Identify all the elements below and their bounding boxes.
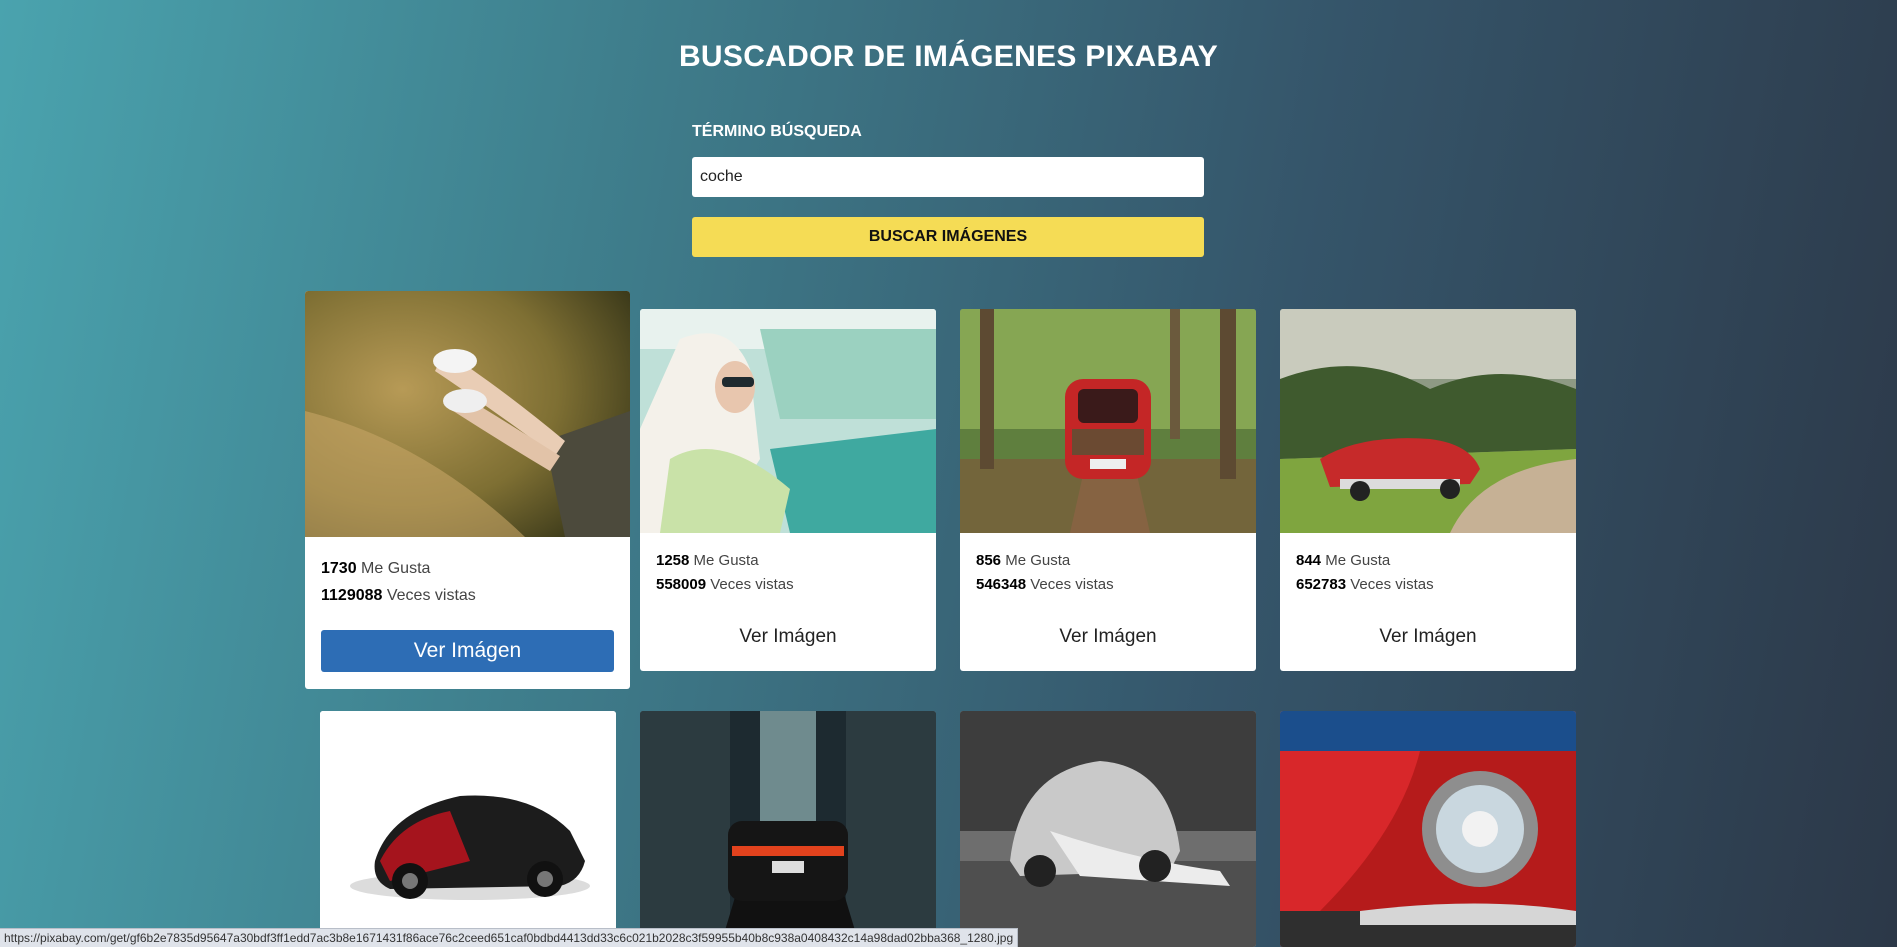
- search-button[interactable]: BUSCAR IMÁGENES: [692, 217, 1204, 257]
- likes-row: 844 Me Gusta: [1296, 549, 1434, 573]
- likes-row: 1730 Me Gusta: [321, 555, 476, 582]
- image-card: [1280, 711, 1576, 947]
- likes-row: 1258 Me Gusta: [656, 549, 794, 573]
- likes-label: Me Gusta: [693, 552, 759, 569]
- views-count: 546348: [976, 576, 1027, 593]
- likes-label: Me Gusta: [361, 560, 431, 577]
- likes-row: 856 Me Gusta: [976, 549, 1114, 573]
- views-row: 558009 Veces vistas: [656, 573, 794, 597]
- views-label: Veces vistas: [386, 587, 476, 604]
- image-card: 1258 Me Gusta 558009 Veces vistas Ver Im…: [640, 309, 936, 671]
- card-stats: 856 Me Gusta 546348 Veces vistas: [976, 549, 1114, 597]
- card-image: [640, 711, 936, 947]
- views-label: Veces vistas: [1350, 576, 1434, 593]
- likes-count: 856: [976, 552, 1002, 569]
- views-label: Veces vistas: [1030, 576, 1114, 593]
- search-input[interactable]: [692, 157, 1204, 197]
- view-image-button[interactable]: Ver Imágen: [976, 616, 1240, 658]
- page-title: BUSCADOR DE IMÁGENES PIXABAY: [678, 40, 1219, 73]
- card-image: [305, 291, 630, 537]
- browser-status-bar: https://pixabay.com/get/gf6b2e7835d95647…: [0, 928, 1019, 947]
- likes-count: 1730: [321, 560, 357, 577]
- image-card: 844 Me Gusta 652783 Veces vistas Ver Imá…: [1280, 309, 1576, 671]
- views-row: 546348 Veces vistas: [976, 573, 1114, 597]
- card-image: [640, 309, 936, 533]
- views-row: 1129088 Veces vistas: [321, 582, 476, 609]
- card-image: [1280, 309, 1576, 533]
- image-card: 856 Me Gusta 546348 Veces vistas Ver Imá…: [960, 309, 1256, 671]
- card-image: [320, 711, 616, 947]
- image-card: [640, 711, 936, 947]
- image-card: [960, 711, 1256, 947]
- likes-label: Me Gusta: [1325, 552, 1391, 569]
- views-count: 558009: [656, 576, 707, 593]
- views-count: 1129088: [321, 587, 383, 604]
- views-row: 652783 Veces vistas: [1296, 573, 1434, 597]
- view-image-button[interactable]: Ver Imágen: [656, 616, 920, 658]
- card-image: [960, 309, 1256, 533]
- card-image: [960, 711, 1256, 947]
- likes-count: 844: [1296, 552, 1322, 569]
- search-label: TÉRMINO BÚSQUEDA: [692, 123, 862, 140]
- image-card: [320, 711, 616, 947]
- view-image-button[interactable]: Ver Imágen: [1296, 616, 1560, 658]
- likes-count: 1258: [656, 552, 690, 569]
- card-stats: 1258 Me Gusta 558009 Veces vistas: [656, 549, 794, 597]
- image-card: 1730 Me Gusta 1129088 Veces vistas Ver I…: [305, 291, 630, 689]
- card-stats: 844 Me Gusta 652783 Veces vistas: [1296, 549, 1434, 597]
- card-image: [1280, 711, 1576, 947]
- view-image-button[interactable]: Ver Imágen: [321, 630, 614, 672]
- likes-label: Me Gusta: [1005, 552, 1071, 569]
- views-count: 652783: [1296, 576, 1347, 593]
- views-label: Veces vistas: [710, 576, 794, 593]
- card-stats: 1730 Me Gusta 1129088 Veces vistas: [321, 555, 476, 609]
